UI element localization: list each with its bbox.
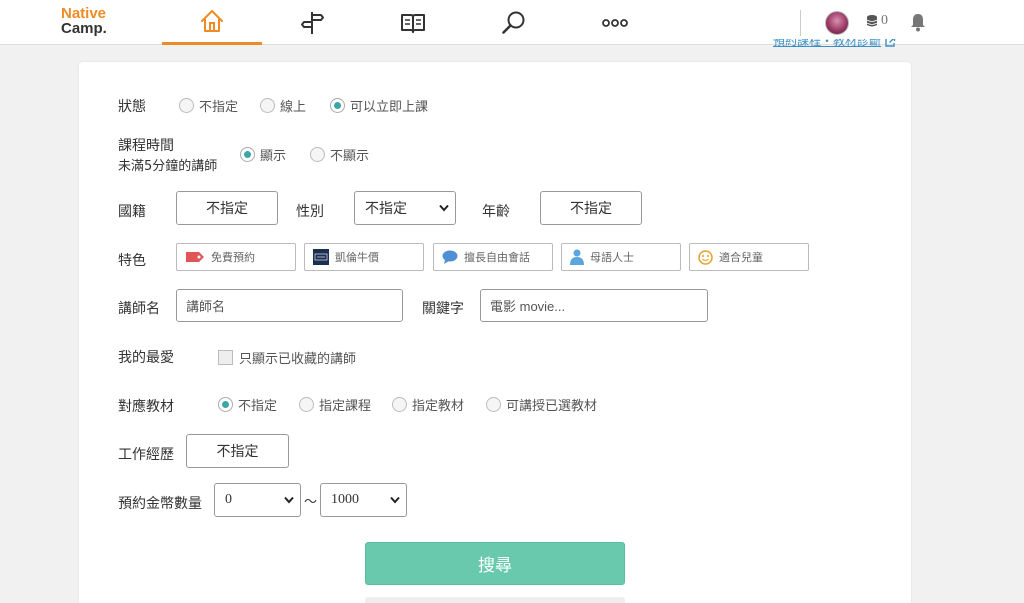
search-button[interactable]: 搜尋 (365, 542, 625, 585)
favorites-only-checkbox[interactable]: 只顯示已收藏的講師 (218, 348, 356, 367)
gender-label: 性別 (296, 204, 324, 220)
coin-balance[interactable]: 0 (866, 13, 888, 29)
radio-button[interactable] (260, 98, 275, 113)
signpost-icon (301, 11, 324, 34)
speech-bubble-icon (442, 250, 458, 264)
notifications[interactable] (909, 12, 927, 36)
external-link-icon (885, 39, 896, 47)
nav-textbooks[interactable] (363, 0, 463, 45)
feature-native-speaker[interactable]: 母語人士 (561, 243, 681, 271)
radio-button-selected[interactable] (218, 397, 233, 412)
material-label: 對應教材 (118, 399, 174, 415)
lesson-time-option-show[interactable]: 顯示 (240, 145, 286, 164)
coin-stack-icon (866, 15, 878, 27)
badge-icon (313, 249, 329, 265)
favorites-label: 我的最愛 (118, 350, 174, 366)
chevron-down-icon (390, 496, 400, 504)
smile-icon (698, 249, 713, 265)
tag-icon (186, 252, 204, 262)
experience-label: 工作經歷 (118, 447, 174, 463)
teacher-name-label: 講師名 (118, 301, 160, 317)
range-separator: ～ (304, 495, 318, 510)
material-option-unspecified[interactable]: 不指定 (218, 395, 277, 414)
bell-icon (911, 14, 925, 32)
header-divider (800, 10, 801, 36)
lesson-time-option-hide[interactable]: 不顯示 (310, 145, 369, 164)
material-option-selected-textbook[interactable]: 可講授已選教材 (486, 395, 597, 414)
logo-line2: Camp. (61, 20, 107, 37)
feature-free-conversation[interactable]: 擅長自由會話 (433, 243, 553, 271)
feature-free-booking[interactable]: 免費預約 (176, 243, 296, 271)
gender-select-value: 不指定 (365, 202, 407, 217)
radio-button[interactable] (392, 397, 407, 412)
user-avatar[interactable] (825, 11, 849, 35)
search-icon (502, 11, 525, 34)
status-option-unspecified[interactable]: 不指定 (179, 96, 238, 115)
book-icon (401, 13, 425, 33)
checkbox[interactable] (218, 350, 233, 365)
coin-range-label: 預約金幣數量 (118, 496, 202, 512)
nav-search[interactable] (464, 0, 564, 45)
radio-button[interactable] (299, 397, 314, 412)
teacher-name-input[interactable]: 講師名 (176, 289, 403, 322)
radio-button[interactable] (310, 147, 325, 162)
nationality-label: 國籍 (118, 204, 146, 220)
keyword-label: 關鍵字 (422, 301, 464, 317)
nationality-selector[interactable]: 不指定 (176, 191, 278, 225)
radio-button[interactable] (486, 397, 501, 412)
chevron-down-icon (284, 496, 294, 504)
material-option-course[interactable]: 指定課程 (299, 395, 371, 414)
features-label: 特色 (118, 253, 146, 269)
age-label: 年齡 (482, 204, 510, 220)
booking-guide-link-text: 預約課程・教材診斷 (773, 39, 882, 48)
material-option-textbook[interactable]: 指定教材 (392, 395, 464, 414)
lesson-time-label: 課程時間 (118, 138, 174, 154)
secondary-button-partial[interactable] (365, 597, 625, 603)
coin-max-select[interactable]: 1000 (320, 483, 407, 517)
teacher-search-form (79, 62, 911, 603)
status-option-available-now[interactable]: 可以立即上課 (330, 96, 428, 115)
more-icon (602, 18, 628, 27)
keyword-input[interactable]: 電影 movie... (480, 289, 708, 322)
logo-line1: Native (61, 5, 107, 22)
nav-more[interactable] (565, 0, 665, 45)
person-icon (570, 249, 584, 265)
status-option-online[interactable]: 線上 (260, 96, 306, 115)
radio-button[interactable] (179, 98, 194, 113)
radio-button-selected[interactable] (240, 147, 255, 162)
home-icon (201, 10, 223, 32)
status-label: 狀態 (118, 99, 146, 115)
experience-selector[interactable]: 不指定 (186, 434, 289, 468)
coin-max-value: 1000 (331, 492, 359, 507)
feature-kids-friendly[interactable]: 適合兒童 (689, 243, 809, 271)
lesson-time-sublabel: 未滿5分鐘的講師 (118, 159, 218, 174)
coin-count: 0 (881, 13, 888, 28)
nav-home[interactable] (162, 0, 262, 45)
radio-button-selected[interactable] (330, 98, 345, 113)
coin-min-value: 0 (225, 492, 232, 507)
booking-guide-link[interactable]: 預約課程・教材診斷 (773, 39, 896, 52)
age-selector[interactable]: 不指定 (540, 191, 642, 225)
nav-signpost[interactable] (263, 0, 363, 45)
feature-badge[interactable]: 凱倫牛價 (304, 243, 424, 271)
coin-min-select[interactable]: 0 (214, 483, 301, 517)
gender-select[interactable]: 不指定 (354, 191, 456, 225)
chevron-down-icon (439, 204, 449, 212)
nativecamp-logo[interactable]: Native Camp. (61, 6, 121, 36)
